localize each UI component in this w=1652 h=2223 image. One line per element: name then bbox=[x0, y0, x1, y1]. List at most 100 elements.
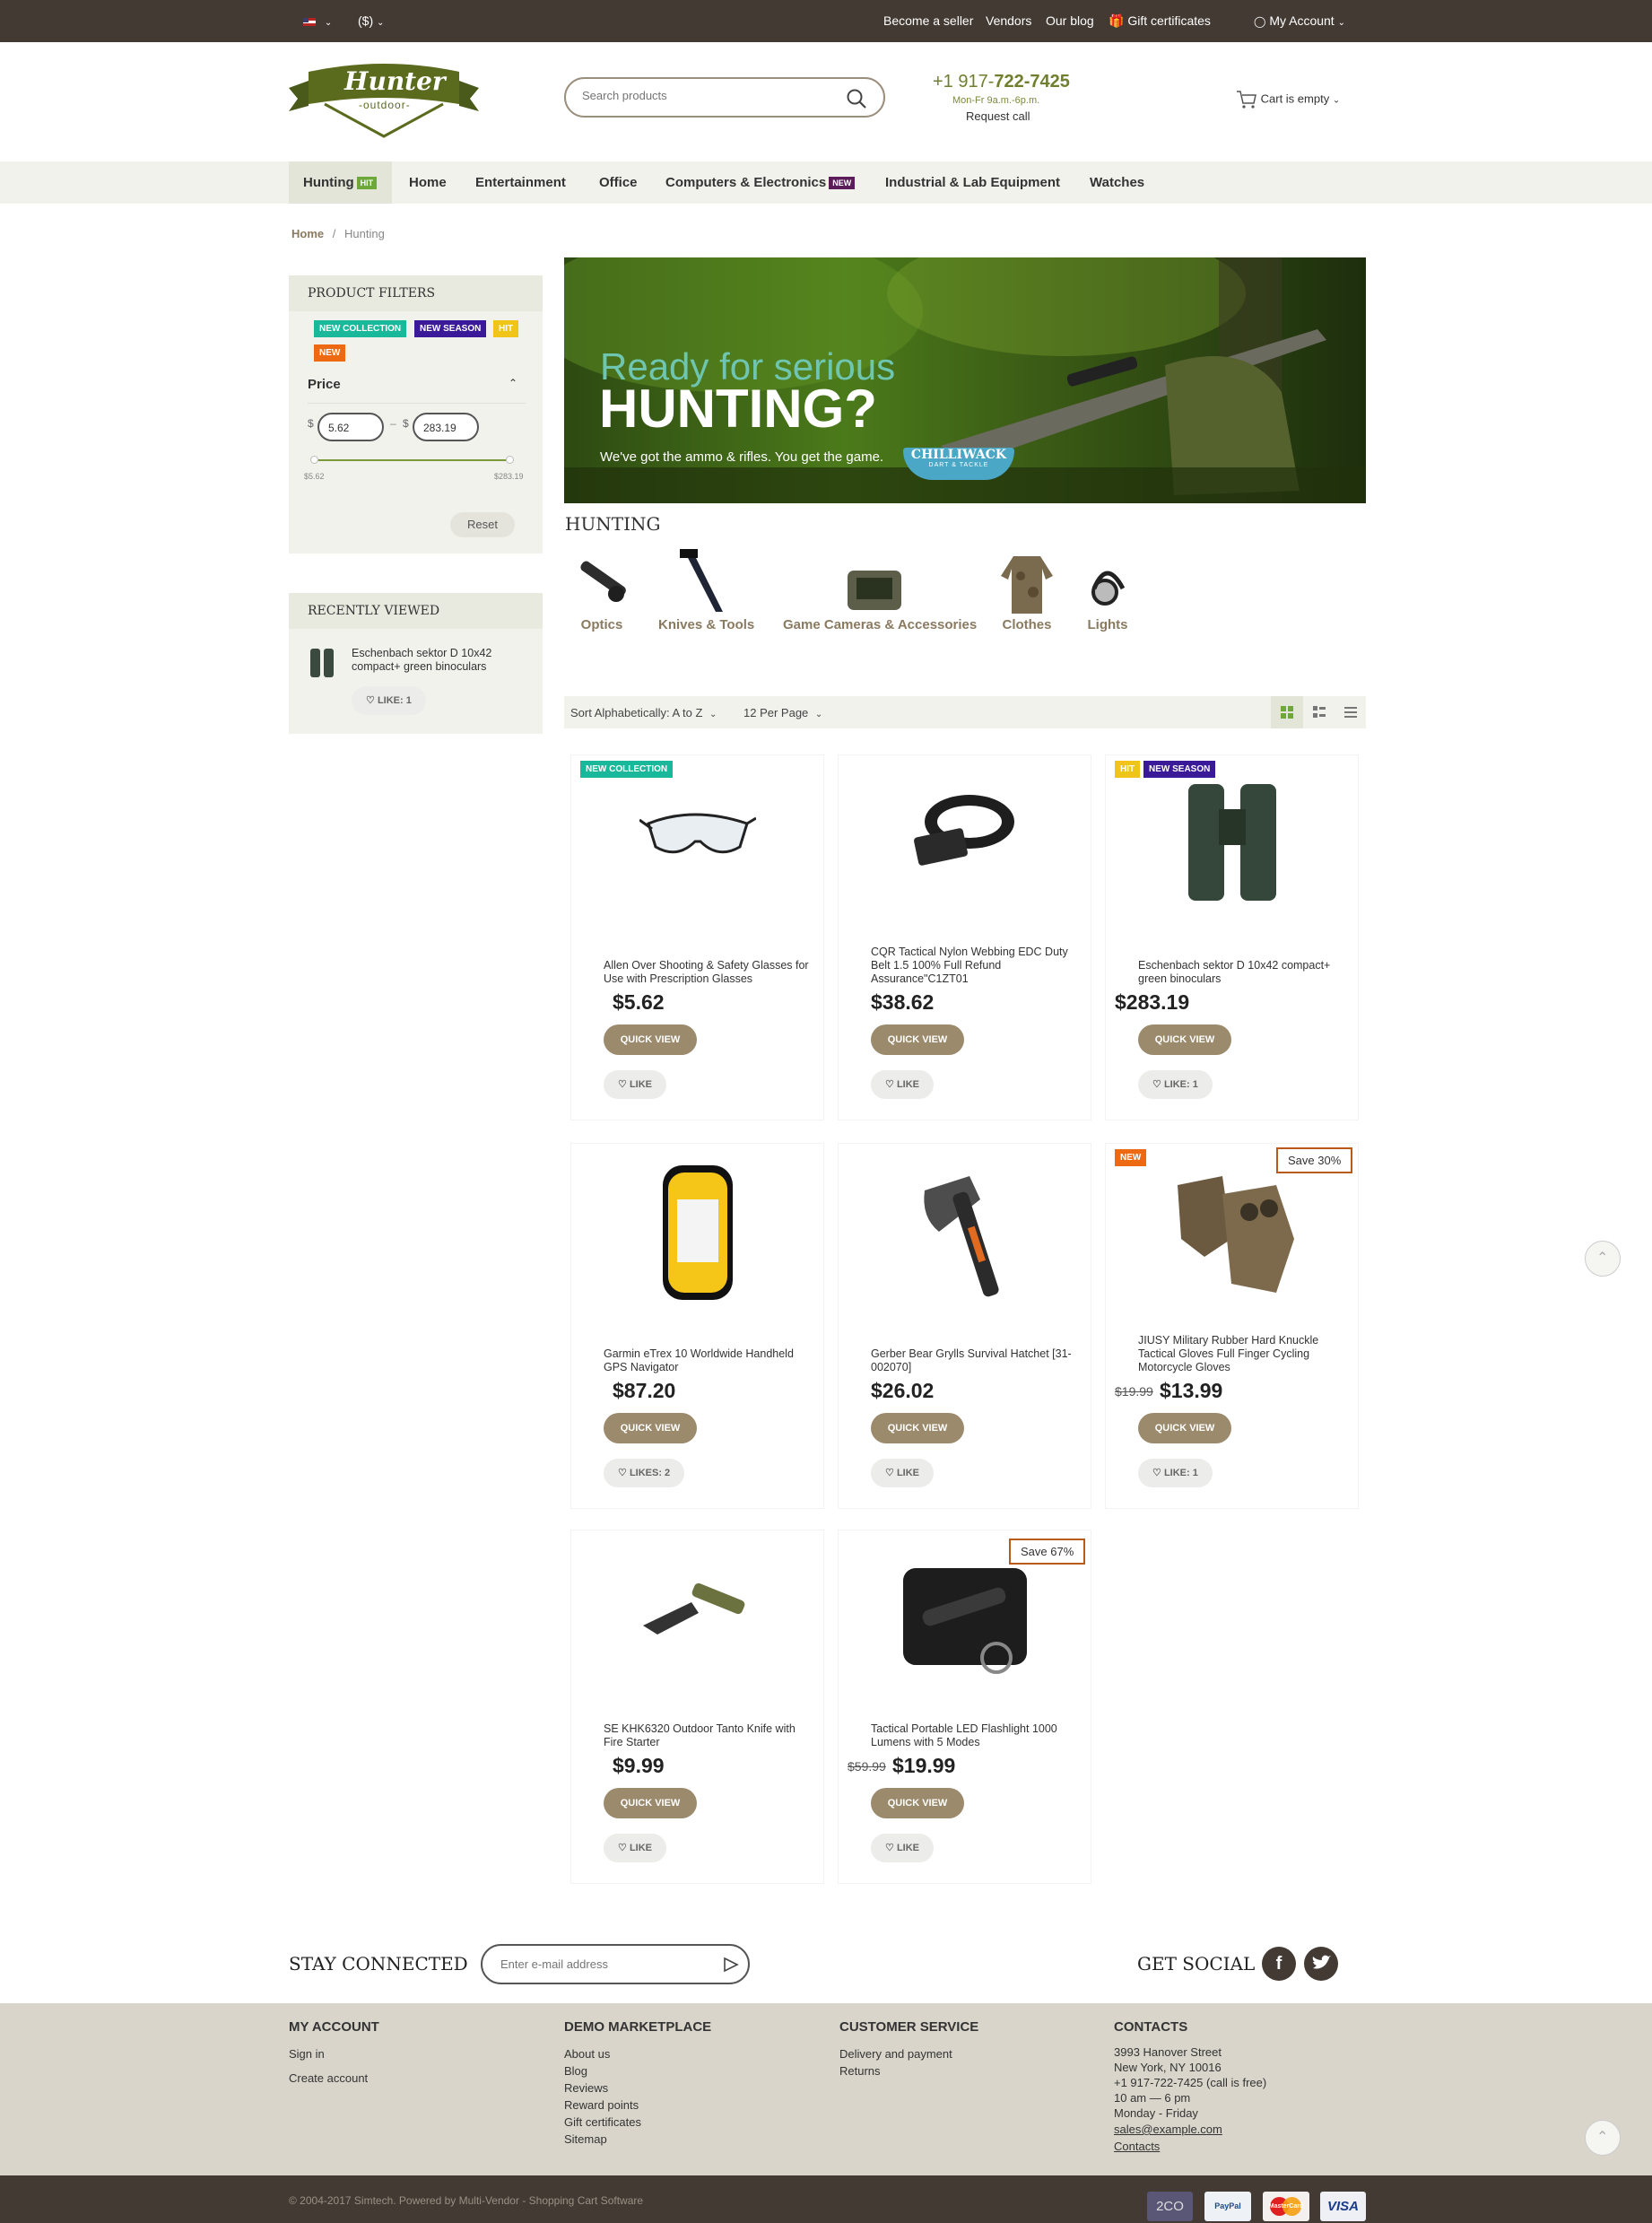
sign-in-link[interactable]: Sign in bbox=[289, 2045, 379, 2062]
hatchet-image[interactable] bbox=[907, 1164, 1023, 1303]
about-us-link[interactable]: About us bbox=[564, 2045, 711, 2062]
contact-email-link[interactable]: sales@example.com bbox=[1114, 2121, 1266, 2138]
blog-link[interactable]: Our blog bbox=[1046, 13, 1094, 28]
grid-view-button[interactable] bbox=[1271, 696, 1303, 728]
search-icon[interactable] bbox=[846, 88, 867, 109]
subcategory-optics[interactable]: Optics bbox=[574, 549, 630, 632]
gift-certificates-footer-link[interactable]: Gift certificates bbox=[564, 2114, 711, 2131]
quick-view-button[interactable]: QUICK VIEW bbox=[1138, 1413, 1231, 1443]
quick-view-button[interactable]: QUICK VIEW bbox=[604, 1024, 697, 1055]
hunting-banner[interactable]: Ready for serious HUNTING? We've got the… bbox=[564, 257, 1366, 503]
quick-view-button[interactable]: QUICK VIEW bbox=[1138, 1024, 1231, 1055]
quick-view-button[interactable]: QUICK VIEW bbox=[871, 1788, 964, 1818]
returns-link[interactable]: Returns bbox=[839, 2062, 978, 2079]
become-seller-link[interactable]: Become a seller bbox=[883, 13, 973, 28]
newsletter-form[interactable] bbox=[481, 1944, 750, 1984]
product-name[interactable]: CQR Tactical Nylon Webbing EDC Duty Belt… bbox=[871, 946, 1077, 986]
recent-like-button[interactable]: ♡ LIKE: 1 bbox=[352, 686, 426, 715]
nav-item-hunting[interactable]: Hunting HIT bbox=[289, 161, 392, 204]
language-selector[interactable]: ⌄ bbox=[303, 13, 332, 28]
like-button[interactable]: ♡ LIKE bbox=[871, 1459, 934, 1487]
product-name[interactable]: Allen Over Shooting & Safety Glasses for… bbox=[604, 959, 810, 986]
price-min-input[interactable]: 5.62 bbox=[317, 413, 384, 441]
subcategory-knives-tools[interactable]: Knives & Tools bbox=[658, 549, 754, 632]
cart-widget[interactable]: Cart is empty ⌄ bbox=[1236, 90, 1340, 109]
subcategory-game-cameras[interactable]: Game Cameras & Accessories bbox=[783, 549, 977, 632]
flashlight-kit-image[interactable] bbox=[898, 1563, 1032, 1679]
blog-footer-link[interactable]: Blog bbox=[564, 2062, 711, 2079]
reward-points-link[interactable]: Reward points bbox=[564, 2097, 711, 2114]
filter-tag-new-collection[interactable]: NEW COLLECTION bbox=[314, 320, 407, 337]
filter-tag-new[interactable]: NEW bbox=[314, 344, 346, 362]
product-name[interactable]: SE KHK6320 Outdoor Tanto Knife with Fire… bbox=[604, 1722, 810, 1749]
breadcrumb-home[interactable]: Home bbox=[291, 227, 324, 240]
nav-item-industrial[interactable]: Industrial & Lab Equipment bbox=[885, 161, 1060, 204]
nav-item-computers[interactable]: Computers & Electronics NEW bbox=[665, 161, 856, 204]
subcategory-clothes[interactable]: Clothes bbox=[999, 549, 1055, 632]
product-card[interactable]: Save 67% Tactical Portable LED Flashligh… bbox=[838, 1530, 1091, 1884]
chevron-up-icon[interactable]: ⌃ bbox=[509, 377, 517, 389]
facebook-icon[interactable]: f bbox=[1262, 1947, 1296, 1981]
gift-certificates-link[interactable]: 🎁 Gift certificates bbox=[1109, 13, 1211, 29]
product-name[interactable]: Garmin eTrex 10 Worldwide Handheld GPS N… bbox=[604, 1347, 810, 1374]
like-button[interactable]: ♡ LIKE: 1 bbox=[1138, 1459, 1213, 1487]
nav-item-watches[interactable]: Watches bbox=[1090, 161, 1144, 204]
search-input[interactable] bbox=[582, 89, 824, 102]
binoculars-image[interactable] bbox=[1174, 782, 1291, 908]
send-icon[interactable] bbox=[723, 1957, 739, 1973]
product-card[interactable]: NEW COLLECTION Allen Over Shooting & Saf… bbox=[570, 754, 824, 1120]
quick-view-button[interactable]: QUICK VIEW bbox=[871, 1413, 964, 1443]
nav-item-entertainment[interactable]: Entertainment bbox=[475, 161, 566, 204]
sitemap-link[interactable]: Sitemap bbox=[564, 2131, 711, 2148]
like-button[interactable]: ♡ LIKES: 2 bbox=[604, 1459, 685, 1487]
price-max-input[interactable]: 283.19 bbox=[413, 413, 479, 441]
filter-tag-hit[interactable]: HIT bbox=[493, 320, 519, 337]
product-name[interactable]: Tactical Portable LED Flashlight 1000 Lu… bbox=[871, 1722, 1077, 1749]
reviews-link[interactable]: Reviews bbox=[564, 2079, 711, 2097]
email-input[interactable] bbox=[500, 1957, 698, 1971]
sort-dropdown[interactable]: Sort Alphabetically: A to Z ⌄ bbox=[570, 706, 717, 719]
subcategory-lights[interactable]: Lights bbox=[1082, 549, 1134, 632]
quick-view-button[interactable]: QUICK VIEW bbox=[871, 1024, 964, 1055]
search-box[interactable] bbox=[564, 77, 885, 118]
binoculars-thumbnail[interactable] bbox=[309, 647, 335, 679]
filter-tag-new-season[interactable]: NEW SEASON bbox=[414, 320, 487, 337]
price-slider-track[interactable] bbox=[314, 459, 509, 461]
safety-glasses-image[interactable] bbox=[639, 788, 756, 877]
product-card[interactable]: SE KHK6320 Outdoor Tanto Knife with Fire… bbox=[570, 1530, 824, 1884]
product-card[interactable]: NEW Save 30% JIUSY Military Rubber Hard … bbox=[1105, 1143, 1359, 1509]
reset-filters-button[interactable]: Reset bbox=[450, 512, 515, 537]
list-view-button[interactable] bbox=[1303, 696, 1335, 728]
request-call-link[interactable]: Request call bbox=[966, 109, 1030, 123]
product-name[interactable]: JIUSY Military Rubber Hard Knuckle Tacti… bbox=[1138, 1334, 1344, 1374]
compact-view-button[interactable] bbox=[1335, 696, 1366, 728]
nav-item-home[interactable]: Home bbox=[409, 161, 447, 204]
like-button[interactable]: ♡ LIKE bbox=[871, 1070, 934, 1099]
create-account-link[interactable]: Create account bbox=[289, 2070, 379, 2087]
gps-device-image[interactable] bbox=[657, 1164, 738, 1303]
logo[interactable]: Hunter -outdoor- bbox=[289, 61, 479, 138]
tactical-belt-image[interactable] bbox=[907, 782, 1023, 881]
price-filter-title[interactable]: Price bbox=[308, 377, 341, 392]
quick-view-button[interactable]: QUICK VIEW bbox=[604, 1413, 697, 1443]
price-slider-min-handle[interactable] bbox=[310, 456, 318, 464]
recent-item-name[interactable]: Eschenbach sektor D 10x42 compact+ green… bbox=[352, 647, 522, 674]
per-page-dropdown[interactable]: 12 Per Page ⌄ bbox=[743, 706, 822, 719]
twitter-icon[interactable] bbox=[1304, 1947, 1338, 1981]
product-card[interactable]: HIT NEW SEASON Eschenbach sektor D 10x42… bbox=[1105, 754, 1359, 1120]
delivery-payment-link[interactable]: Delivery and payment bbox=[839, 2045, 978, 2062]
like-button[interactable]: ♡ LIKE bbox=[604, 1070, 666, 1099]
price-slider-max-handle[interactable] bbox=[506, 456, 514, 464]
scroll-to-top-button[interactable]: ⌃ bbox=[1585, 1241, 1621, 1277]
currency-selector[interactable]: ($) ⌄ bbox=[358, 13, 384, 28]
contacts-page-link[interactable]: Contacts bbox=[1114, 2138, 1266, 2155]
product-name[interactable]: Gerber Bear Grylls Survival Hatchet [31-… bbox=[871, 1347, 1077, 1374]
tanto-knife-image[interactable] bbox=[639, 1575, 756, 1647]
product-card[interactable]: Garmin eTrex 10 Worldwide Handheld GPS N… bbox=[570, 1143, 824, 1509]
product-card[interactable]: Gerber Bear Grylls Survival Hatchet [31-… bbox=[838, 1143, 1091, 1509]
tactical-gloves-image[interactable] bbox=[1169, 1167, 1303, 1302]
product-card[interactable]: CQR Tactical Nylon Webbing EDC Duty Belt… bbox=[838, 754, 1091, 1120]
nav-item-office[interactable]: Office bbox=[599, 161, 638, 204]
vendors-link[interactable]: Vendors bbox=[986, 13, 1031, 28]
like-button[interactable]: ♡ LIKE bbox=[604, 1834, 666, 1862]
